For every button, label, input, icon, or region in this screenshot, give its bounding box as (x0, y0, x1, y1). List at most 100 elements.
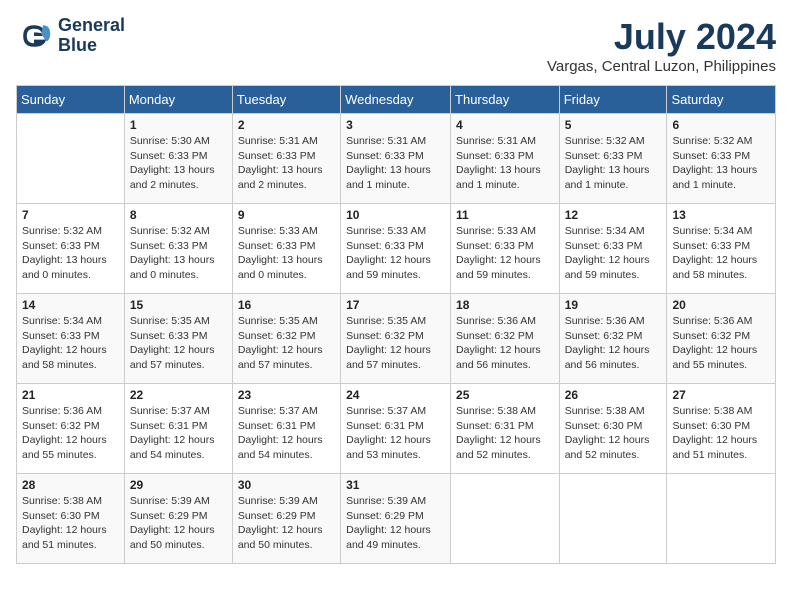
cell-details: Sunrise: 5:32 AM Sunset: 6:33 PM Dayligh… (130, 224, 227, 283)
calendar-cell: 21 Sunrise: 5:36 AM Sunset: 6:32 PM Dayli… (17, 384, 125, 474)
cell-details: Sunrise: 5:33 AM Sunset: 6:33 PM Dayligh… (238, 224, 335, 283)
day-number: 31 (346, 478, 445, 492)
day-number: 10 (346, 208, 445, 222)
calendar-cell: 30Sunrise: 5:39 AM Sunset: 6:29 PM Dayli… (232, 474, 340, 564)
page-header: General Blue July 2024 Vargas, Central L… (16, 16, 776, 75)
day-number: 5 (565, 118, 662, 132)
cell-details: Sunrise: 5:36 AM Sunset: 6:32 PM Dayligh… (22, 404, 119, 463)
cell-details: Sunrise: 5:33 AM Sunset: 6:33 PM Dayligh… (346, 224, 445, 283)
cell-details: Sunrise: 5:36 AM Sunset: 6:32 PM Dayligh… (456, 314, 554, 373)
calendar-cell: 8 Sunrise: 5:32 AM Sunset: 6:33 PM Daylig… (124, 204, 232, 294)
calendar-cell: 1 Sunrise: 5:30 AM Sunset: 6:33 PM Daylig… (124, 114, 232, 204)
day-number: 11 (456, 208, 554, 222)
cell-details: Sunrise: 5:32 AM Sunset: 6:33 PM Dayligh… (565, 134, 662, 193)
cell-details: Sunrise: 5:37 AM Sunset: 6:31 PM Dayligh… (346, 404, 445, 463)
cell-details: Sunrise: 5:35 AM Sunset: 6:32 PM Dayligh… (238, 314, 335, 373)
cell-details: Sunrise: 5:32 AM Sunset: 6:33 PM Dayligh… (22, 224, 119, 283)
calendar-cell: 23Sunrise: 5:37 AM Sunset: 6:31 PM Dayli… (232, 384, 340, 474)
weekday-header: Tuesday (232, 86, 340, 114)
logo: General Blue (16, 16, 125, 56)
day-number: 18 (456, 298, 554, 312)
calendar-cell: 13 Sunrise: 5:34 AM Sunset: 6:33 PM Dayli… (667, 204, 776, 294)
cell-details: Sunrise: 5:34 AM Sunset: 6:33 PM Dayligh… (22, 314, 119, 373)
calendar-cell: 27Sunrise: 5:38 AM Sunset: 6:30 PM Dayli… (667, 384, 776, 474)
calendar-cell: 3 Sunrise: 5:31 AM Sunset: 6:33 PM Daylig… (341, 114, 451, 204)
cell-details: Sunrise: 5:34 AM Sunset: 6:33 PM Dayligh… (672, 224, 770, 283)
cell-details: Sunrise: 5:39 AM Sunset: 6:29 PM Dayligh… (346, 494, 445, 553)
calendar-cell: 17 Sunrise: 5:35 AM Sunset: 6:32 PM Dayli… (341, 294, 451, 384)
calendar-cell: 20Sunrise: 5:36 AM Sunset: 6:32 PM Dayli… (667, 294, 776, 384)
calendar-cell (667, 474, 776, 564)
day-number: 20 (672, 298, 770, 312)
day-number: 28 (22, 478, 119, 492)
cell-details: Sunrise: 5:34 AM Sunset: 6:33 PM Dayligh… (565, 224, 662, 283)
calendar-cell: 2Sunrise: 5:31 AM Sunset: 6:33 PM Daylig… (232, 114, 340, 204)
day-number: 21 (22, 388, 119, 402)
day-number: 14 (22, 298, 119, 312)
weekday-header: Sunday (17, 86, 125, 114)
calendar-week-row: 1 Sunrise: 5:30 AM Sunset: 6:33 PM Daylig… (17, 114, 776, 204)
day-number: 1 (130, 118, 227, 132)
day-number: 19 (565, 298, 662, 312)
calendar-cell: 24 Sunrise: 5:37 AM Sunset: 6:31 PM Dayli… (341, 384, 451, 474)
calendar-cell: 7 Sunrise: 5:32 AM Sunset: 6:33 PM Daylig… (17, 204, 125, 294)
cell-details: Sunrise: 5:38 AM Sunset: 6:31 PM Dayligh… (456, 404, 554, 463)
calendar-table: SundayMondayTuesdayWednesdayThursdayFrid… (16, 85, 776, 564)
cell-details: Sunrise: 5:37 AM Sunset: 6:31 PM Dayligh… (238, 404, 335, 463)
calendar-cell: 11 Sunrise: 5:33 AM Sunset: 6:33 PM Dayli… (451, 204, 560, 294)
logo-text: General Blue (58, 16, 125, 56)
calendar-cell (559, 474, 667, 564)
calendar-cell: 5 Sunrise: 5:32 AM Sunset: 6:33 PM Daylig… (559, 114, 667, 204)
cell-details: Sunrise: 5:30 AM Sunset: 6:33 PM Dayligh… (130, 134, 227, 193)
calendar-cell: 18 Sunrise: 5:36 AM Sunset: 6:32 PM Dayli… (451, 294, 560, 384)
calendar-cell: 28 Sunrise: 5:38 AM Sunset: 6:30 PM Dayli… (17, 474, 125, 564)
calendar-cell: 14 Sunrise: 5:34 AM Sunset: 6:33 PM Dayli… (17, 294, 125, 384)
day-number: 7 (22, 208, 119, 222)
calendar-cell: 29Sunrise: 5:39 AM Sunset: 6:29 PM Dayli… (124, 474, 232, 564)
day-number: 25 (456, 388, 554, 402)
day-number: 15 (130, 298, 227, 312)
day-number: 22 (130, 388, 227, 402)
cell-details: Sunrise: 5:31 AM Sunset: 6:33 PM Dayligh… (346, 134, 445, 193)
day-number: 29 (130, 478, 227, 492)
calendar-cell: 31 Sunrise: 5:39 AM Sunset: 6:29 PM Dayli… (341, 474, 451, 564)
calendar-cell: 26Sunrise: 5:38 AM Sunset: 6:30 PM Dayli… (559, 384, 667, 474)
day-number: 8 (130, 208, 227, 222)
day-number: 4 (456, 118, 554, 132)
title-block: July 2024 Vargas, Central Luzon, Philipp… (547, 16, 776, 75)
cell-details: Sunrise: 5:32 AM Sunset: 6:33 PM Dayligh… (672, 134, 770, 193)
weekday-header: Friday (559, 86, 667, 114)
calendar-cell: 10 Sunrise: 5:33 AM Sunset: 6:33 PM Dayli… (341, 204, 451, 294)
day-number: 13 (672, 208, 770, 222)
day-number: 9 (238, 208, 335, 222)
calendar-cell: 12Sunrise: 5:34 AM Sunset: 6:33 PM Dayli… (559, 204, 667, 294)
day-number: 17 (346, 298, 445, 312)
calendar-cell: 9 Sunrise: 5:33 AM Sunset: 6:33 PM Daylig… (232, 204, 340, 294)
calendar-cell (17, 114, 125, 204)
day-number: 2 (238, 118, 335, 132)
month-title: July 2024 (547, 16, 776, 58)
day-number: 30 (238, 478, 335, 492)
day-number: 6 (672, 118, 770, 132)
day-number: 3 (346, 118, 445, 132)
cell-details: Sunrise: 5:37 AM Sunset: 6:31 PM Dayligh… (130, 404, 227, 463)
weekday-header: Wednesday (341, 86, 451, 114)
weekday-header: Thursday (451, 86, 560, 114)
calendar-cell: 6 Sunrise: 5:32 AM Sunset: 6:33 PM Daylig… (667, 114, 776, 204)
cell-details: Sunrise: 5:36 AM Sunset: 6:32 PM Dayligh… (565, 314, 662, 373)
calendar-week-row: 21 Sunrise: 5:36 AM Sunset: 6:32 PM Dayli… (17, 384, 776, 474)
cell-details: Sunrise: 5:35 AM Sunset: 6:32 PM Dayligh… (346, 314, 445, 373)
day-number: 26 (565, 388, 662, 402)
cell-details: Sunrise: 5:38 AM Sunset: 6:30 PM Dayligh… (22, 494, 119, 553)
calendar-cell: 15 Sunrise: 5:35 AM Sunset: 6:33 PM Dayli… (124, 294, 232, 384)
cell-details: Sunrise: 5:31 AM Sunset: 6:33 PM Dayligh… (456, 134, 554, 193)
cell-details: Sunrise: 5:35 AM Sunset: 6:33 PM Dayligh… (130, 314, 227, 373)
calendar-week-row: 7 Sunrise: 5:32 AM Sunset: 6:33 PM Daylig… (17, 204, 776, 294)
cell-details: Sunrise: 5:38 AM Sunset: 6:30 PM Dayligh… (672, 404, 770, 463)
calendar-cell: 22 Sunrise: 5:37 AM Sunset: 6:31 PM Dayli… (124, 384, 232, 474)
weekday-header-row: SundayMondayTuesdayWednesdayThursdayFrid… (17, 86, 776, 114)
cell-details: Sunrise: 5:33 AM Sunset: 6:33 PM Dayligh… (456, 224, 554, 283)
weekday-header: Saturday (667, 86, 776, 114)
day-number: 24 (346, 388, 445, 402)
calendar-cell: 25 Sunrise: 5:38 AM Sunset: 6:31 PM Dayli… (451, 384, 560, 474)
